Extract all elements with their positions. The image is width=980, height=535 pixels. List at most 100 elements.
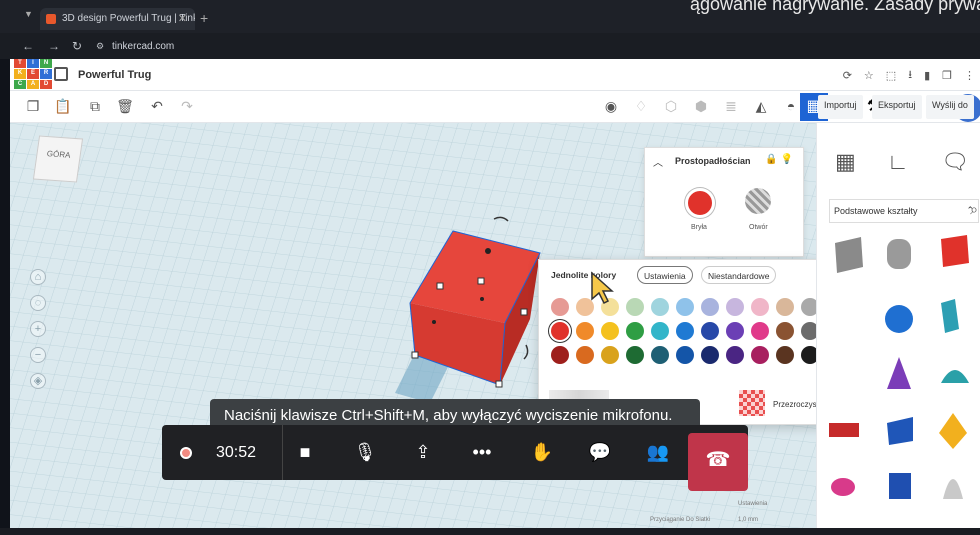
color-swatch[interactable] [676,346,694,364]
hole-button[interactable] [745,188,771,214]
recording-time: 30:52 [216,444,257,461]
color-swatch[interactable] [776,298,794,316]
color-swatch[interactable] [576,322,594,340]
export-button[interactable]: Eksportuj [872,95,922,119]
color-swatch[interactable] [626,298,644,316]
menu-icon[interactable]: ⋮ [964,69,975,82]
delete-icon[interactable]: 🗑 [116,98,134,116]
grid-shape-icon[interactable]: ▦ [835,149,856,174]
extension-icon[interactable]: ⬚ [886,69,896,82]
color-swatch[interactable] [651,322,669,340]
color-swatch[interactable] [601,346,619,364]
color-swatch[interactable] [726,322,744,340]
ruler-icon[interactable]: ∟ [887,149,909,174]
top-bar: TIN KER CAD Powerful Trug ⟳ ☆ ⬚ ⭳ ▮ ❐ ⋮ [10,59,980,91]
import-button[interactable]: Importuj [818,95,863,119]
site-info-icon[interactable]: ⚙ [96,41,104,52]
color-swatch[interactable] [601,322,619,340]
fit-view-icon[interactable]: ◌ [30,295,46,311]
tab-custom[interactable]: Niestandardowe [701,266,777,284]
color-swatch[interactable] [551,298,569,316]
redo-icon[interactable]: ↷ [178,98,196,116]
forward-icon[interactable]: → [48,39,60,53]
cruise-icon[interactable]: ◓ [782,98,800,116]
ruler-light-icon[interactable]: ♢ [632,98,650,116]
color-swatch[interactable] [626,346,644,364]
hang-up-button[interactable]: ☎ [688,433,748,491]
star-icon[interactable]: ☆ [864,69,874,82]
download-icon[interactable]: ⭳ [908,66,912,85]
color-swatch[interactable] [551,322,569,340]
tab-settings[interactable]: Ustawienia [637,266,693,284]
lock-light-icons[interactable]: 🔒 💡 [765,154,793,165]
snap-grid-value[interactable]: 1,0 mm [738,517,758,523]
zoom-out-icon[interactable]: − [30,347,46,363]
group-icon[interactable]: ⬡ [662,98,680,116]
view-cube[interactable]: GÓRA [32,135,84,183]
restore-icon[interactable]: ❐ [942,69,952,82]
share-screen-button[interactable]: ⇪ [405,437,441,467]
color-swatch[interactable] [676,298,694,316]
design-list-icon[interactable] [54,67,68,81]
settings-link[interactable]: Ustawienia [738,501,767,507]
color-swatch[interactable] [551,346,569,364]
color-swatch[interactable] [626,322,644,340]
sidebar-icon[interactable]: ▮ [924,69,930,82]
color-swatch[interactable] [701,322,719,340]
home-view-icon[interactable]: ⌂ [30,269,46,285]
screen: ▼ 3D design Powerful Trug | Tinke... ✕ +… [0,0,980,535]
color-swatch[interactable] [751,298,769,316]
recording-notice: ągowanie nagrywanie. Zasady prywatn [690,0,980,14]
raise-hand-button[interactable]: ✋ [524,437,560,467]
ungroup-icon[interactable]: ⬢ [692,98,710,116]
tinkercad-logo[interactable]: TIN KER CAD [14,59,54,89]
close-tab-icon[interactable]: ✕ [178,12,187,25]
color-swatch[interactable] [701,298,719,316]
collapse-icon[interactable]: ︿ [653,154,663,169]
search-icon[interactable]: ⌕ [965,201,980,219]
more-options-button[interactable]: ••• [464,437,500,467]
color-swatch[interactable] [676,322,694,340]
back-icon[interactable]: ← [22,39,34,53]
color-swatch[interactable] [776,346,794,364]
color-swatch[interactable] [726,298,744,316]
inspector-title: Prostopadłościan [675,156,751,166]
browser-tab-bar: ▼ 3D design Powerful Trug | Tinke... ✕ +… [0,0,980,33]
color-swatch[interactable] [651,298,669,316]
paste-icon[interactable]: 📋 [54,98,72,116]
color-swatch[interactable] [701,346,719,364]
refresh-icon[interactable]: ⟳ [843,69,852,82]
color-swatch[interactable] [726,346,744,364]
color-swatch[interactable] [751,322,769,340]
mirror-icon[interactable]: ◭ [752,98,770,116]
copy-icon[interactable]: ❐ [24,98,42,116]
tab-list-icon[interactable]: ▼ [24,9,33,19]
notes-shape-icon[interactable]: 🗨 [941,149,969,174]
hole-label: Otwór [749,224,768,231]
reload-icon[interactable]: ↻ [72,39,82,53]
notes-icon[interactable]: ◉ [602,98,620,116]
edit-toolbar: ❐ 📋 ⧉ 🗑 ↶ ↷ ◉ ♢ ⬡ ⬢ ≣ ◭ ◓ ▦ ✋ ⚒ ▇ 👤 Impo… [10,91,980,123]
perspective-icon[interactable]: ◈ [30,373,46,389]
url-field[interactable]: tinkercad.com [112,41,174,52]
new-tab-icon[interactable]: + [200,10,208,26]
color-swatch[interactable] [776,322,794,340]
solid-color-button[interactable] [685,188,715,218]
design-title[interactable]: Powerful Trug [78,69,151,81]
shape-category-select[interactable]: Podstawowe kształty ⌃ [829,199,979,223]
participants-button[interactable]: 👥 [640,437,676,467]
color-swatch[interactable] [751,346,769,364]
zoom-in-icon[interactable]: + [30,321,46,337]
duplicate-icon[interactable]: ⧉ [86,98,104,116]
color-swatch[interactable] [651,346,669,364]
transparent-swatch[interactable] [739,390,765,416]
mic-muted-button[interactable]: 🎙 [347,437,383,467]
undo-icon[interactable]: ↶ [148,98,166,116]
mouse-cursor-icon [591,271,614,305]
chat-button[interactable]: 💬 [582,437,618,467]
camera-button[interactable]: ■ [287,437,323,467]
browser-tab[interactable]: 3D design Powerful Trug | Tinke... ✕ [40,8,195,30]
send-to-button[interactable]: Wyślij do [926,95,974,119]
align-icon[interactable]: ≣ [722,98,740,116]
color-swatch[interactable] [576,346,594,364]
